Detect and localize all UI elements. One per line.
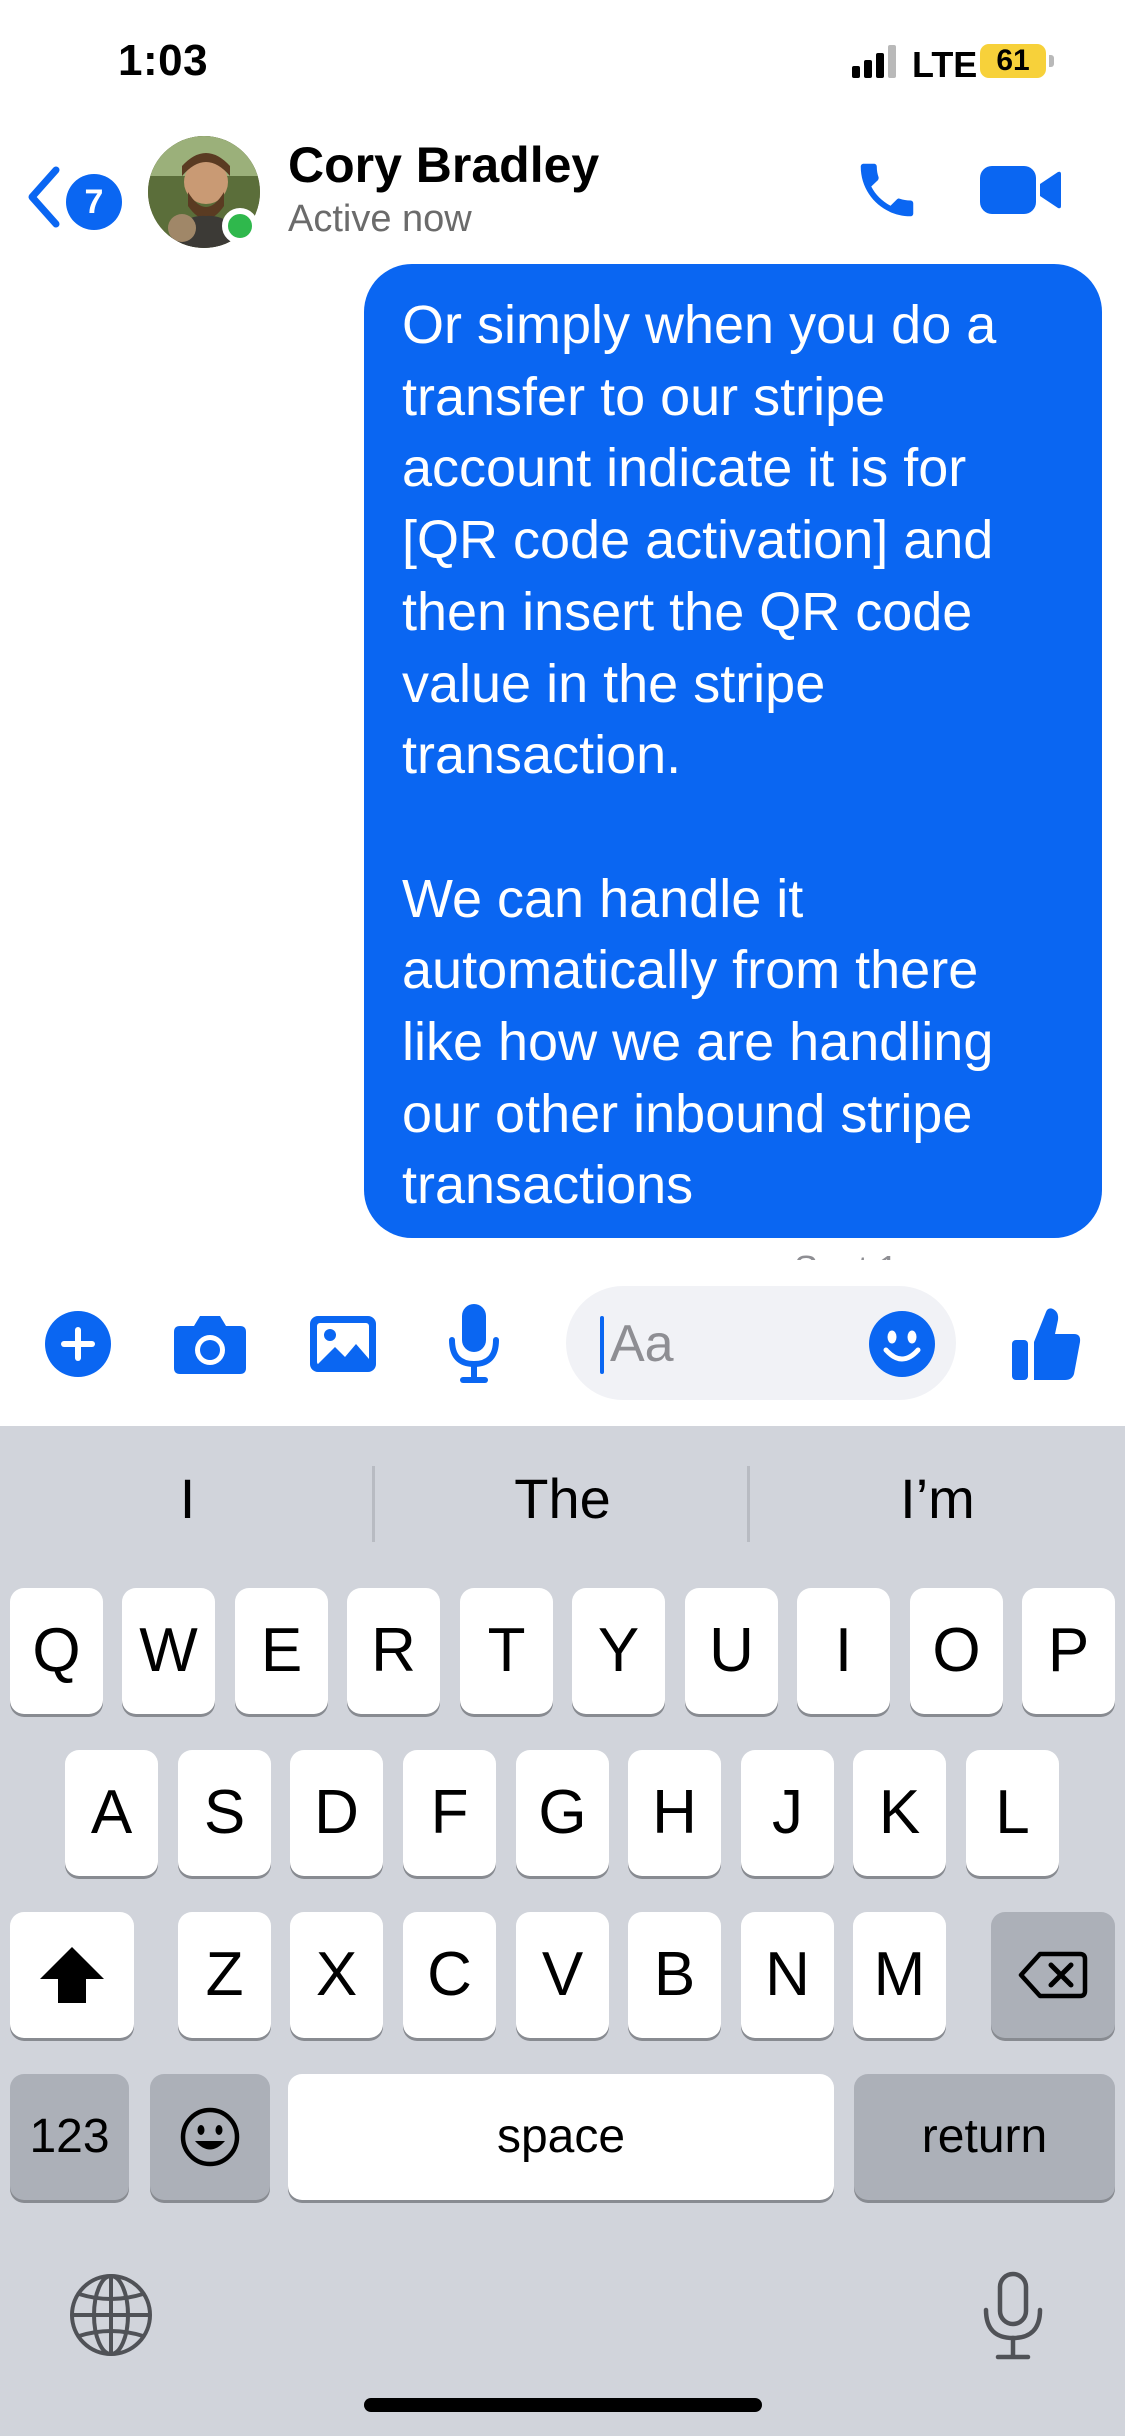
key-i[interactable]: I [797,1588,890,1714]
emoji-button[interactable] [868,1310,936,1378]
status-time: 1:03 [118,36,209,85]
outgoing-message-bubble[interactable]: Or simply when you do a transfer to our … [364,264,1102,1238]
chat-header: 7 Cory Bradley Active now [0,130,1125,250]
network-label: LTE [912,44,978,85]
key-v[interactable]: V [516,1912,609,2038]
contact-name[interactable]: Cory Bradley [288,136,599,194]
suggestion-3[interactable]: I’m [750,1466,1125,1531]
key-t[interactable]: T [460,1588,553,1714]
key-g[interactable]: G [516,1750,609,1876]
message-input[interactable]: Aa [566,1286,956,1400]
shift-icon [40,1947,104,2003]
text-caret [600,1316,604,1374]
message-list[interactable]: Or simply when you do a transfer to our … [0,250,1125,1260]
battery-tip [1049,55,1054,67]
battery-icon: 61 [980,44,1046,78]
globe-button[interactable] [68,2272,154,2358]
emoji-key[interactable] [150,2074,270,2200]
contact-status: Active now [288,198,472,240]
delete-key[interactable] [991,1912,1115,2038]
signal-icon [852,44,898,78]
key-y[interactable]: Y [572,1588,665,1714]
phone-icon [860,163,914,217]
key-u[interactable]: U [685,1588,778,1714]
photo-button[interactable] [308,1314,378,1374]
battery-level: 61 [996,44,1030,77]
microphone-icon [449,1304,499,1383]
key-j[interactable]: J [741,1750,834,1876]
plus-button[interactable] [44,1310,112,1378]
suggestion-1[interactable]: I [0,1466,375,1531]
message-text: Or simply when you do a transfer to our … [402,295,997,1216]
key-q[interactable]: Q [10,1588,103,1714]
globe-icon [70,2274,152,2356]
microphone-button[interactable] [446,1302,502,1386]
photo-icon [310,1316,376,1372]
dictation-button[interactable] [980,2270,1046,2362]
camera-icon [174,1316,246,1374]
status-bar: 1:03 LTE 61 [0,0,1125,130]
keyboard: I The I’m Q W E R T Y U I O P A S D F G … [0,1426,1125,2436]
message-composer: Aa [0,1260,1125,1426]
video-camera-icon [980,166,1061,214]
audio-call-button[interactable] [852,152,922,228]
emoji-key-icon [180,2107,240,2167]
key-s[interactable]: S [178,1750,271,1876]
shift-key[interactable] [10,1912,134,2038]
dictation-icon [983,2271,1043,2360]
key-z[interactable]: Z [178,1912,271,2038]
key-k[interactable]: K [853,1750,946,1876]
like-button[interactable] [1010,1306,1082,1382]
thumbs-up-icon [1012,1308,1081,1380]
key-d[interactable]: D [290,1750,383,1876]
key-l[interactable]: L [966,1750,1059,1876]
key-h[interactable]: H [628,1750,721,1876]
predictive-text-bar: I The I’m [0,1426,1125,1576]
message-timestamp: Sent 1m [794,1248,928,1260]
key-e[interactable]: E [235,1588,328,1714]
online-status-dot [222,208,258,244]
key-a[interactable]: A [65,1750,158,1876]
home-indicator[interactable] [364,2398,762,2412]
message-input-placeholder: Aa [610,1315,674,1373]
key-c[interactable]: C [403,1912,496,2038]
key-b[interactable]: B [628,1912,721,2038]
return-key[interactable]: return [854,2074,1115,2200]
key-m[interactable]: M [853,1912,946,2038]
space-key[interactable]: space [288,2074,834,2200]
key-w[interactable]: W [122,1588,215,1714]
video-call-button[interactable] [978,158,1062,222]
delete-icon [1018,1951,1088,1999]
chevron-left-icon [28,166,60,228]
key-x[interactable]: X [290,1912,383,2038]
emoji-icon [869,1311,935,1377]
camera-button[interactable] [172,1312,248,1376]
key-f[interactable]: F [403,1750,496,1876]
suggestion-2[interactable]: The [375,1466,750,1531]
key-o[interactable]: O [910,1588,1003,1714]
key-p[interactable]: P [1022,1588,1115,1714]
unread-count-badge: 7 [66,174,122,230]
key-r[interactable]: R [347,1588,440,1714]
back-button[interactable]: 7 [24,154,124,234]
key-n[interactable]: N [741,1912,834,2038]
plus-icon [45,1311,111,1377]
numbers-key[interactable]: 123 [10,2074,129,2200]
